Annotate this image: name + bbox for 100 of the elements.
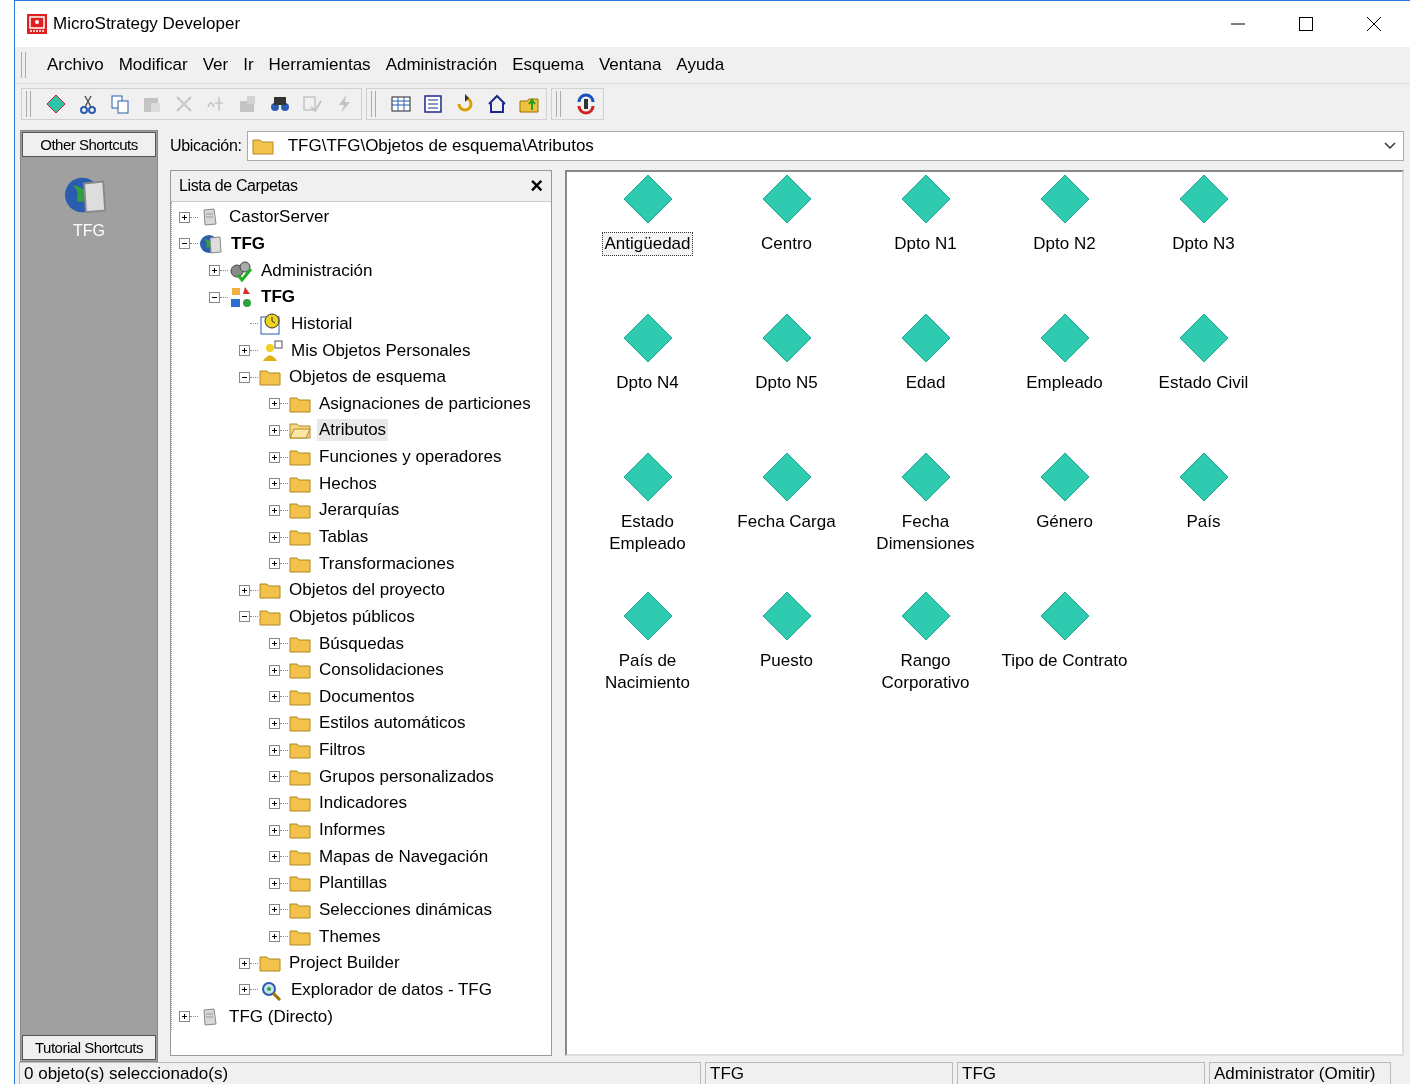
expand-toggle[interactable] xyxy=(269,771,280,783)
expand-toggle[interactable] xyxy=(239,957,250,969)
menu-item[interactable]: Ir xyxy=(243,55,254,75)
tree-item[interactable]: Funciones y operadores xyxy=(317,446,504,469)
collapse-toggle[interactable] xyxy=(209,291,220,303)
expand-toggle[interactable] xyxy=(239,584,250,596)
maximize-icon[interactable] xyxy=(1298,16,1314,32)
tree-item[interactable]: Búsquedas xyxy=(317,632,407,655)
tree-item[interactable]: Asignaciones de particiones xyxy=(317,392,533,415)
attribute-label[interactable]: Puesto xyxy=(758,649,815,673)
attribute-label[interactable]: Estado Civil xyxy=(1156,371,1251,395)
collapse-toggle[interactable] xyxy=(179,238,190,250)
location-field[interactable]: TFG\TFG\Objetos de esquema\Atributos xyxy=(246,131,1404,161)
shortcut-group-button[interactable]: Other Shortcuts xyxy=(22,132,156,157)
tree-item[interactable]: Mis Objetos Personales xyxy=(289,339,473,362)
tree-item[interactable]: Grupos personalizados xyxy=(317,765,496,788)
attribute-label[interactable]: País de Nacimiento xyxy=(602,649,692,695)
expand-toggle[interactable] xyxy=(269,824,280,836)
expand-toggle[interactable] xyxy=(269,691,280,703)
menu-item[interactable]: Ventana xyxy=(598,55,662,75)
attribute-icon[interactable] xyxy=(761,452,812,502)
attribute-label[interactable]: Género xyxy=(1034,510,1095,534)
expand-toggle[interactable] xyxy=(269,424,280,436)
attribute-icon[interactable] xyxy=(900,591,951,641)
tree-item[interactable]: Plantillas xyxy=(317,872,390,895)
menu-item[interactable]: Modificar xyxy=(118,55,188,75)
expand-toggle[interactable] xyxy=(269,664,280,676)
collapse-toggle[interactable] xyxy=(239,371,250,383)
grid-icon[interactable] xyxy=(390,93,412,115)
expand-toggle[interactable] xyxy=(269,451,280,463)
tree-item[interactable]: Project Builder xyxy=(287,952,402,975)
tree-item[interactable]: Tablas xyxy=(317,526,371,548)
tree-item[interactable]: Documentos xyxy=(317,685,417,708)
expand-toggle[interactable] xyxy=(209,265,220,277)
expand-toggle[interactable] xyxy=(269,904,280,916)
attribute-icon[interactable] xyxy=(1178,452,1229,502)
toolbar-icon[interactable] xyxy=(109,93,131,115)
expand-toggle[interactable] xyxy=(239,345,250,356)
tree-item[interactable]: CastorServer xyxy=(227,206,332,229)
attribute-icon[interactable] xyxy=(1039,452,1090,502)
attribute-label[interactable]: País xyxy=(1184,510,1223,534)
attribute-icon[interactable] xyxy=(622,313,673,363)
tree-item[interactable]: Hechos xyxy=(317,472,379,495)
tree-item[interactable]: Transformaciones xyxy=(317,552,457,575)
list-icon[interactable] xyxy=(422,93,444,115)
close-button[interactable]: × xyxy=(530,175,543,197)
tree-item[interactable]: Indicadores xyxy=(317,792,409,815)
expand-toggle[interactable] xyxy=(239,984,250,996)
tree-item[interactable]: Objetos del proyecto xyxy=(287,579,447,602)
menu-item[interactable]: Archivo xyxy=(47,55,104,75)
menu-item[interactable]: Administración xyxy=(385,55,498,75)
attribute-icon[interactable] xyxy=(622,174,673,224)
tree-item[interactable]: Selecciones dinámicas xyxy=(317,898,494,921)
tree-item[interactable]: Informes xyxy=(317,819,388,842)
tree-item[interactable]: Estilos automáticos xyxy=(317,712,468,735)
attribute-label[interactable]: Dpto N1 xyxy=(892,232,959,256)
tree-item[interactable]: Jerarquías xyxy=(317,499,402,522)
expand-toggle[interactable] xyxy=(179,211,190,223)
tree-item[interactable]: TFG (Directo) xyxy=(227,1005,335,1028)
diamond-icon[interactable] xyxy=(45,93,67,115)
expand-toggle[interactable] xyxy=(269,931,280,943)
tree-item[interactable]: Consolidaciones xyxy=(317,659,446,682)
tree-item[interactable]: Filtros xyxy=(317,739,368,762)
attribute-icon[interactable] xyxy=(900,452,951,502)
attribute-label[interactable]: Centro xyxy=(759,232,814,256)
attribute-label[interactable]: Estado Empleado xyxy=(607,510,688,556)
expand-toggle[interactable] xyxy=(269,638,280,650)
attribute-label[interactable]: Empleado xyxy=(1024,371,1105,395)
tree-item[interactable]: TFG xyxy=(229,232,267,255)
menu-item[interactable]: Esquema xyxy=(512,55,584,75)
expand-toggle[interactable] xyxy=(269,478,280,490)
attribute-icon[interactable] xyxy=(761,591,812,641)
close-icon[interactable] xyxy=(1366,16,1382,32)
tree-item[interactable]: Historial xyxy=(289,312,355,335)
tree-item[interactable]: Explorador de datos - TFG xyxy=(289,978,494,1001)
attribute-label[interactable]: Dpto N2 xyxy=(1031,232,1098,256)
tree-item[interactable]: TFG xyxy=(259,286,297,309)
attribute-label[interactable]: Antigüedad xyxy=(602,232,693,256)
attribute-icon[interactable] xyxy=(761,313,812,363)
expand-toggle[interactable] xyxy=(269,877,280,889)
attribute-icon[interactable] xyxy=(1039,174,1090,224)
attribute-label[interactable]: Dpto N3 xyxy=(1170,232,1237,256)
house-icon[interactable] xyxy=(486,93,508,115)
attribute-icon[interactable] xyxy=(900,313,951,363)
scissors-icon[interactable] xyxy=(77,93,99,115)
attribute-icon[interactable] xyxy=(622,452,673,502)
tree-item[interactable]: Atributos xyxy=(317,419,389,442)
attribute-icon[interactable] xyxy=(1178,174,1229,224)
attribute-label[interactable]: Rango Corporativo xyxy=(879,649,972,695)
sync-icon[interactable] xyxy=(575,93,597,115)
dropdown-caret-icon[interactable] xyxy=(1383,141,1397,151)
expand-toggle[interactable] xyxy=(269,558,280,570)
attribute-icon[interactable] xyxy=(622,591,673,641)
tree-item[interactable]: Mapas de Navegación xyxy=(317,845,491,868)
menu-item[interactable]: Ver xyxy=(202,55,229,75)
attribute-label[interactable]: Dpto N5 xyxy=(753,371,820,395)
tree-item[interactable]: Objetos de esquema xyxy=(287,366,448,389)
attribute-icon[interactable] xyxy=(1039,591,1090,641)
menu-item[interactable]: Herramientas xyxy=(268,55,371,75)
attribute-icon[interactable] xyxy=(761,174,812,224)
